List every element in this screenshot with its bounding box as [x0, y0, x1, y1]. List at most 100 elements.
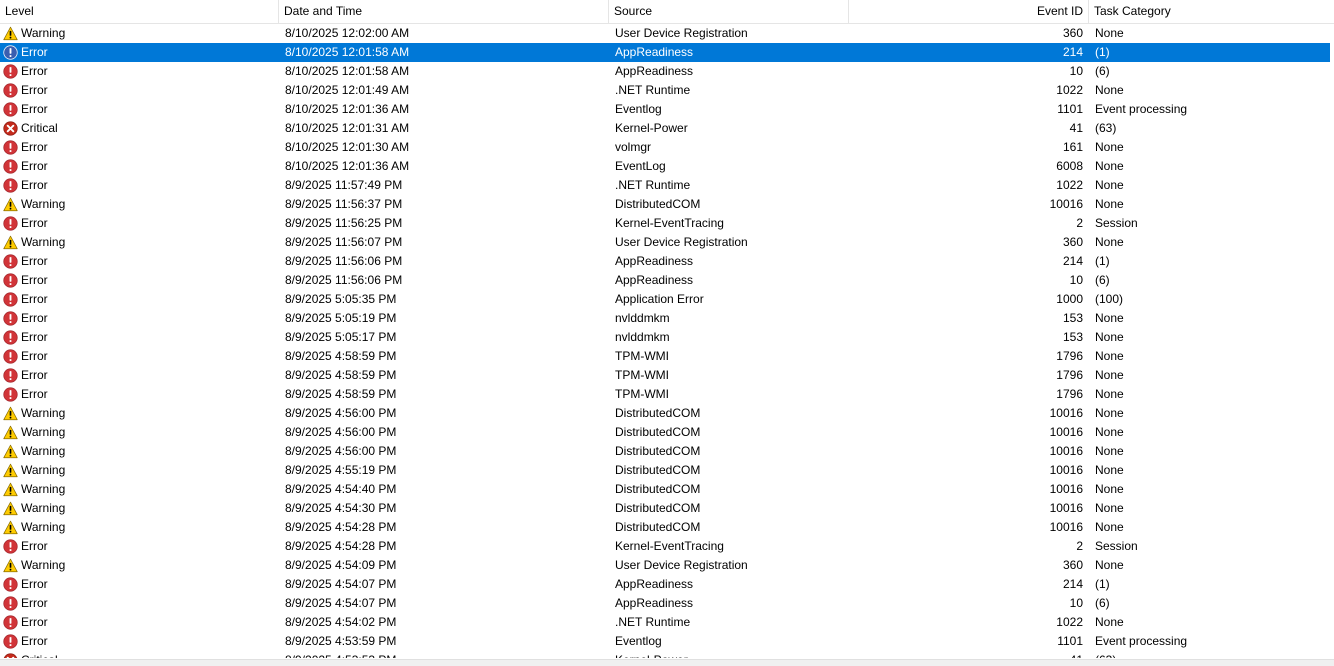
event-level: Error: [21, 330, 48, 344]
event-level-cell: Warning: [3, 195, 273, 214]
event-task-category: None: [1095, 406, 1124, 420]
event-date-time: 8/10/2025 12:01:30 AM: [285, 140, 410, 154]
error-icon: [3, 140, 18, 155]
event-row[interactable]: Critical 8/9/2025 4:53:53 PM Kernel-Power 4…: [0, 651, 1334, 658]
event-date-time: 8/10/2025 12:01:49 AM: [285, 83, 410, 97]
event-row[interactable]: Error 8/9/2025 5:05:35 PM Application Erro…: [0, 290, 1334, 309]
event-level: Error: [21, 83, 48, 97]
column-header-source[interactable]: Source: [609, 0, 849, 23]
event-row[interactable]: Warning 8/10/2025 12:02:00 AM User Device …: [0, 24, 1334, 43]
event-row[interactable]: Error 8/9/2025 5:05:17 PM nvlddmkm 153 None: [0, 328, 1334, 347]
event-task-category: None: [1095, 558, 1124, 572]
event-level: Error: [21, 178, 48, 192]
error-icon: [3, 330, 18, 345]
event-row[interactable]: Error 8/9/2025 4:54:07 PM AppReadiness 214 (…: [0, 575, 1334, 594]
warning-icon: [3, 463, 18, 478]
error-icon: [3, 349, 18, 364]
event-row[interactable]: Error 8/10/2025 12:01:58 AM AppReadiness 10…: [0, 62, 1334, 81]
event-task-category: (63): [1095, 121, 1117, 135]
event-level: Error: [21, 634, 48, 648]
event-source: DistributedCOM: [615, 425, 701, 439]
event-row[interactable]: Error 8/9/2025 4:53:59 PM Eventlog 1101 Even…: [0, 632, 1334, 651]
event-level-cell: Warning: [3, 442, 273, 461]
event-row[interactable]: Warning 8/9/2025 4:54:30 PM DistributedCOM…: [0, 499, 1334, 518]
event-id: 10016: [1049, 520, 1083, 534]
event-source: Application Error: [615, 292, 704, 306]
event-list[interactable]: Warning 8/10/2025 12:02:00 AM User Device …: [0, 24, 1334, 658]
warning-icon: [3, 235, 18, 250]
event-id: 10016: [1049, 463, 1083, 477]
event-level: Error: [21, 159, 48, 173]
event-level: Warning: [21, 26, 66, 40]
event-row[interactable]: Error 8/9/2025 4:54:02 PM .NET Runtime 1022…: [0, 613, 1334, 632]
event-level-cell: Error: [3, 613, 273, 632]
event-level-cell: Error: [3, 347, 273, 366]
event-source: .NET Runtime: [615, 83, 691, 97]
event-level-cell: Error: [3, 43, 273, 62]
event-source: .NET Runtime: [615, 615, 691, 629]
event-row[interactable]: Warning 8/9/2025 11:56:07 PM User Device R…: [0, 233, 1334, 252]
event-id: 360: [1062, 26, 1083, 40]
event-id: 214: [1062, 254, 1083, 268]
event-row[interactable]: Error 8/10/2025 12:01:30 AM volmgr 161 None: [0, 138, 1334, 157]
critical-icon: [3, 653, 18, 658]
error-icon: [3, 216, 18, 231]
event-date-time: 8/9/2025 4:54:28 PM: [285, 520, 397, 534]
event-row[interactable]: Warning 8/9/2025 11:56:37 PM DistributedCO…: [0, 195, 1334, 214]
column-header-task-category[interactable]: Task Category: [1089, 0, 1330, 23]
event-row[interactable]: Error 8/9/2025 11:56:06 PM AppReadiness 10 (…: [0, 271, 1334, 290]
event-row[interactable]: Error 8/9/2025 11:57:49 PM .NET Runtime 102…: [0, 176, 1334, 195]
column-header-event-id[interactable]: Event ID: [849, 0, 1089, 23]
event-level-cell: Error: [3, 176, 273, 195]
warning-icon: [3, 406, 18, 421]
event-level: Error: [21, 368, 48, 382]
event-task-category: None: [1095, 349, 1124, 363]
event-date-time: 8/9/2025 11:56:37 PM: [285, 197, 403, 211]
event-level: Error: [21, 216, 48, 230]
event-task-category: (100): [1095, 292, 1124, 306]
event-task-category: (6): [1095, 596, 1110, 610]
event-row[interactable]: Error 8/9/2025 4:54:07 PM AppReadiness 10 (6…: [0, 594, 1334, 613]
event-date-time: 8/9/2025 5:05:19 PM: [285, 311, 397, 325]
column-header-date-time[interactable]: Date and Time: [279, 0, 609, 23]
event-task-category: None: [1095, 197, 1124, 211]
event-row[interactable]: Warning 8/9/2025 4:56:00 PM DistributedCOM…: [0, 442, 1334, 461]
event-row[interactable]: Warning 8/9/2025 4:54:40 PM DistributedCOM…: [0, 480, 1334, 499]
event-row[interactable]: Error 8/9/2025 11:56:25 PM Kernel-EventTra…: [0, 214, 1334, 233]
event-level-cell: Warning: [3, 480, 273, 499]
event-row[interactable]: Error 8/10/2025 12:01:58 AM AppReadiness 21…: [0, 43, 1330, 62]
event-row[interactable]: Warning 8/9/2025 4:56:00 PM DistributedCOM…: [0, 404, 1334, 423]
event-row[interactable]: Error 8/10/2025 12:01:36 AM Eventlog 1101 Ev…: [0, 100, 1334, 119]
event-date-time: 8/9/2025 4:56:00 PM: [285, 406, 397, 420]
event-level: Warning: [21, 425, 66, 439]
error-icon: [3, 64, 18, 79]
event-level: Warning: [21, 558, 66, 572]
event-row[interactable]: Warning 8/9/2025 4:55:19 PM DistributedCOM…: [0, 461, 1334, 480]
event-row[interactable]: Error 8/9/2025 5:05:19 PM nvlddmkm 153 None: [0, 309, 1334, 328]
event-row[interactable]: Error 8/9/2025 4:58:59 PM TPM-WMI 1796 None: [0, 347, 1334, 366]
event-row[interactable]: Warning 8/9/2025 4:56:00 PM DistributedCOM…: [0, 423, 1334, 442]
event-source: AppReadiness: [615, 254, 694, 268]
event-date-time: 8/9/2025 4:53:53 PM: [285, 651, 605, 658]
event-row[interactable]: Warning 8/9/2025 4:54:28 PM DistributedCOM…: [0, 518, 1334, 537]
event-row[interactable]: Error 8/9/2025 4:54:28 PM Kernel-EventTrac…: [0, 537, 1334, 556]
event-level: Warning: [21, 197, 66, 211]
event-row[interactable]: Error 8/9/2025 4:58:59 PM TPM-WMI 1796 None: [0, 385, 1334, 404]
event-row[interactable]: Critical 8/10/2025 12:01:31 AM Kernel-Powe…: [0, 119, 1334, 138]
event-date-time: 8/10/2025 12:01:36 AM: [285, 159, 410, 173]
event-level-cell: Error: [3, 309, 273, 328]
column-header-level[interactable]: Level: [0, 0, 279, 23]
event-task-category: (1): [1095, 577, 1110, 591]
event-source: DistributedCOM: [615, 406, 701, 420]
event-level: Warning: [21, 520, 66, 534]
event-row[interactable]: Warning 8/9/2025 4:54:09 PM User Device Re…: [0, 556, 1334, 575]
event-row[interactable]: Error 8/10/2025 12:01:49 AM .NET Runtime 10…: [0, 81, 1334, 100]
event-level: Critical: [21, 651, 58, 658]
event-source: Kernel-EventTracing: [615, 539, 724, 553]
event-level: Error: [21, 102, 48, 116]
event-row[interactable]: Error 8/9/2025 11:56:06 PM AppReadiness 214…: [0, 252, 1334, 271]
event-row[interactable]: Error 8/10/2025 12:01:36 AM EventLog 6008 No…: [0, 157, 1334, 176]
event-id: 1000: [1056, 292, 1083, 306]
event-row[interactable]: Error 8/9/2025 4:58:59 PM TPM-WMI 1796 None: [0, 366, 1334, 385]
event-task-category: None: [1095, 330, 1124, 344]
